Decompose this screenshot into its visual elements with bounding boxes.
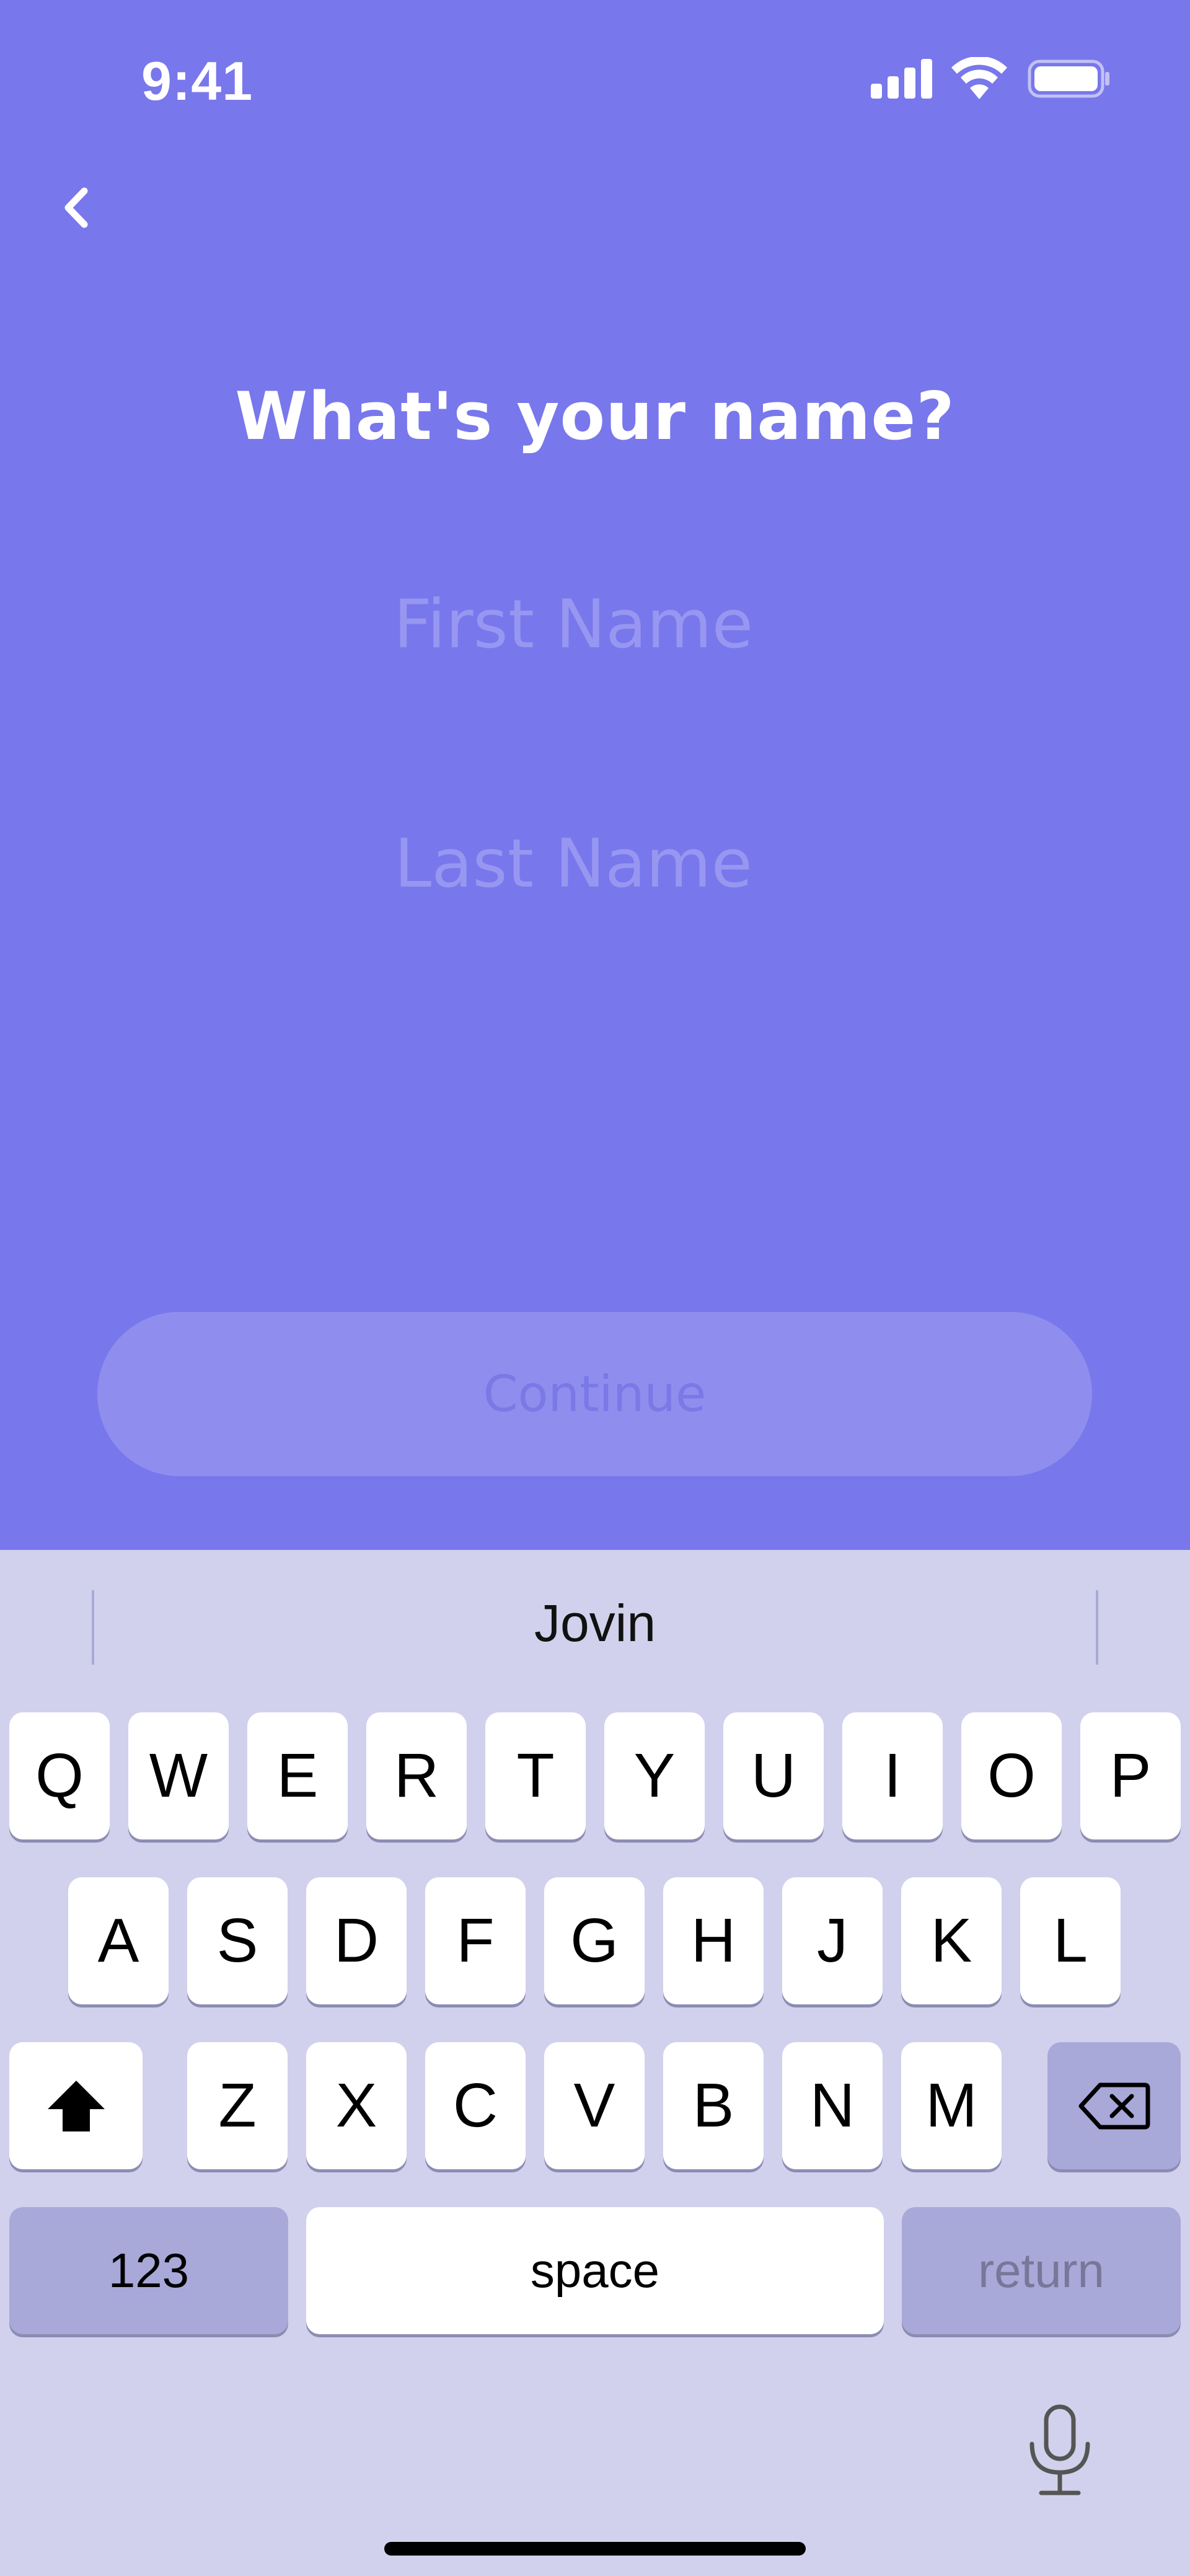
- key-b[interactable]: B: [663, 2042, 764, 2169]
- key-q[interactable]: Q: [9, 1712, 110, 1839]
- key-e[interactable]: E: [247, 1712, 348, 1839]
- status-time: 9:41: [141, 50, 253, 112]
- suggestion-divider: [1096, 1590, 1098, 1665]
- suggestion-bar: Jovin: [0, 1550, 1190, 1705]
- continue-button[interactable]: Continue: [97, 1312, 1092, 1476]
- key-k[interactable]: K: [901, 1877, 1002, 2004]
- key-l[interactable]: L: [1020, 1877, 1121, 2004]
- numbers-key[interactable]: 123: [9, 2207, 288, 2334]
- key-w[interactable]: W: [128, 1712, 229, 1839]
- key-t[interactable]: T: [485, 1712, 586, 1839]
- microphone-icon[interactable]: [1026, 2404, 1094, 2497]
- wifi-icon: [951, 57, 1007, 99]
- home-indicator: [384, 2542, 806, 2556]
- key-v[interactable]: V: [544, 2042, 645, 2169]
- last-name-input[interactable]: [223, 814, 923, 913]
- delete-icon: [1078, 2082, 1150, 2129]
- key-r[interactable]: R: [366, 1712, 467, 1839]
- first-name-input[interactable]: [223, 575, 923, 674]
- signal-icon: [871, 59, 932, 99]
- return-key[interactable]: return: [902, 2207, 1181, 2334]
- key-c[interactable]: C: [425, 2042, 526, 2169]
- key-a[interactable]: A: [68, 1877, 169, 2004]
- key-j[interactable]: J: [782, 1877, 883, 2004]
- key-p[interactable]: P: [1080, 1712, 1181, 1839]
- shift-icon: [47, 2080, 105, 2131]
- keyboard: Jovin Q W E R T Y U I O P A S D F G H J …: [0, 1550, 1190, 2576]
- key-m[interactable]: M: [901, 2042, 1002, 2169]
- page-title: What's your name?: [235, 378, 955, 454]
- space-key[interactable]: space: [306, 2207, 884, 2334]
- key-h[interactable]: H: [663, 1877, 764, 2004]
- key-n[interactable]: N: [782, 2042, 883, 2169]
- chevron-left-icon: [64, 187, 88, 228]
- key-u[interactable]: U: [723, 1712, 824, 1839]
- shift-key[interactable]: [9, 2042, 143, 2169]
- key-o[interactable]: O: [961, 1712, 1062, 1839]
- battery-icon: [1028, 60, 1109, 98]
- key-y[interactable]: Y: [604, 1712, 705, 1839]
- onboarding-screen: 9:41 What's your name? Continue: [0, 0, 1190, 1550]
- key-x[interactable]: X: [306, 2042, 407, 2169]
- delete-key[interactable]: [1047, 2042, 1181, 2169]
- key-i[interactable]: I: [842, 1712, 943, 1839]
- back-button[interactable]: [48, 180, 104, 236]
- key-d[interactable]: D: [306, 1877, 407, 2004]
- key-g[interactable]: G: [544, 1877, 645, 2004]
- key-s[interactable]: S: [187, 1877, 288, 2004]
- key-f[interactable]: F: [425, 1877, 526, 2004]
- key-z[interactable]: Z: [187, 2042, 288, 2169]
- suggestion-item[interactable]: Jovin: [0, 1593, 1190, 1653]
